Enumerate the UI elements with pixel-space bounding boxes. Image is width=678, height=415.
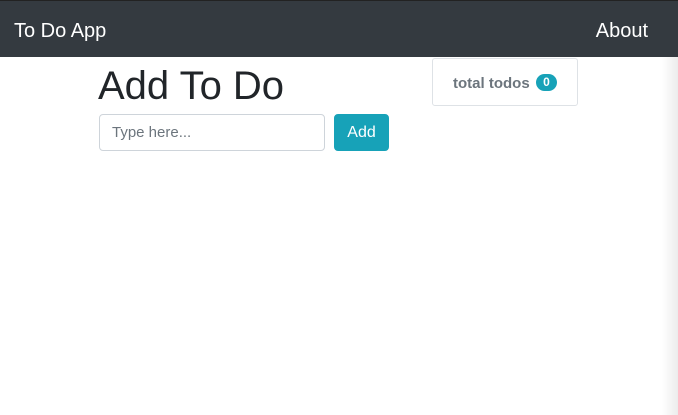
page-title: Add To Do <box>98 64 285 108</box>
nav-about-link[interactable]: About <box>596 19 648 43</box>
todo-count-badge: 0 <box>536 74 557 91</box>
add-button[interactable]: Add <box>334 114 389 151</box>
todo-count-label: total todos <box>453 75 530 92</box>
scrollbar-shadow <box>662 57 678 415</box>
todo-input[interactable] <box>99 114 325 151</box>
todo-count-card: total todos 0 <box>432 58 578 106</box>
navbar: To Do App About <box>0 0 678 57</box>
app-brand-link[interactable]: To Do App <box>14 19 106 43</box>
